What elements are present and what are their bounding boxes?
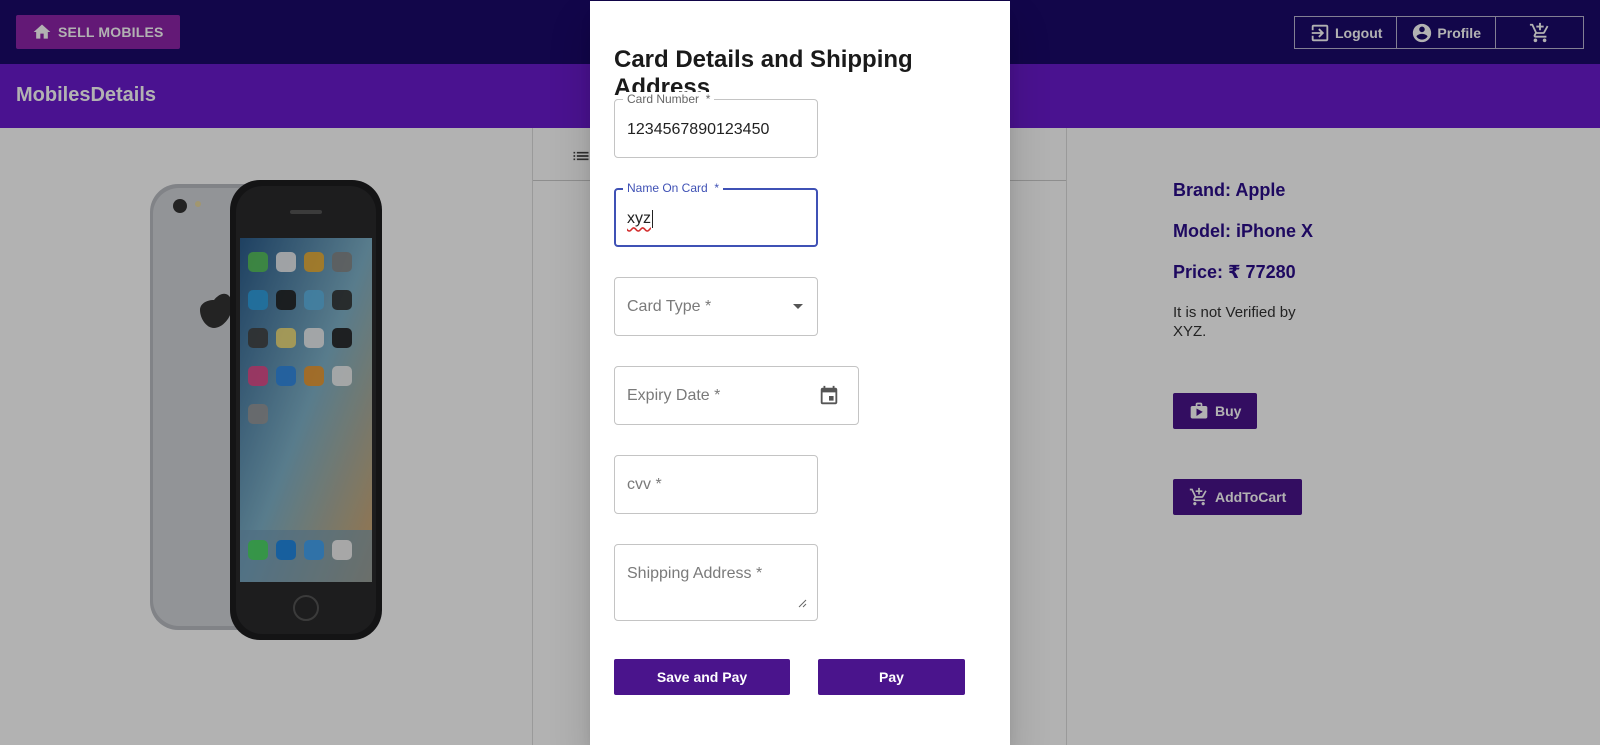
cvv-field[interactable]: cvv *	[614, 455, 818, 514]
pay-button[interactable]: Pay	[818, 659, 965, 695]
card-type-select[interactable]: Card Type *	[614, 277, 818, 336]
dropdown-arrow-icon	[793, 304, 803, 309]
card-number-field[interactable]: Card Number * 1234567890123450	[614, 92, 818, 158]
name-on-card-label: Name On Card *	[623, 181, 724, 195]
card-type-placeholder: Card Type *	[627, 298, 712, 315]
cvv-placeholder: cvv *	[627, 476, 662, 493]
name-on-card-value: xyz	[627, 210, 653, 228]
resize-grip-icon[interactable]	[798, 599, 807, 608]
calendar-icon[interactable]	[818, 385, 840, 407]
expiry-date-placeholder: Expiry Date *	[627, 387, 721, 404]
text-caret	[652, 210, 653, 228]
save-and-pay-button[interactable]: Save and Pay	[614, 659, 790, 695]
name-on-card-field[interactable]: Name On Card * xyz	[614, 181, 818, 247]
shipping-address-placeholder: Shipping Address *	[627, 565, 763, 582]
card-number-value: 1234567890123450	[627, 121, 770, 138]
shipping-address-field[interactable]: Shipping Address *	[614, 544, 818, 621]
expiry-date-field[interactable]: Expiry Date *	[614, 366, 859, 425]
card-number-label: Card Number *	[623, 92, 715, 106]
card-details-dialog: Card Details and Shipping Address Card N…	[590, 1, 1010, 745]
